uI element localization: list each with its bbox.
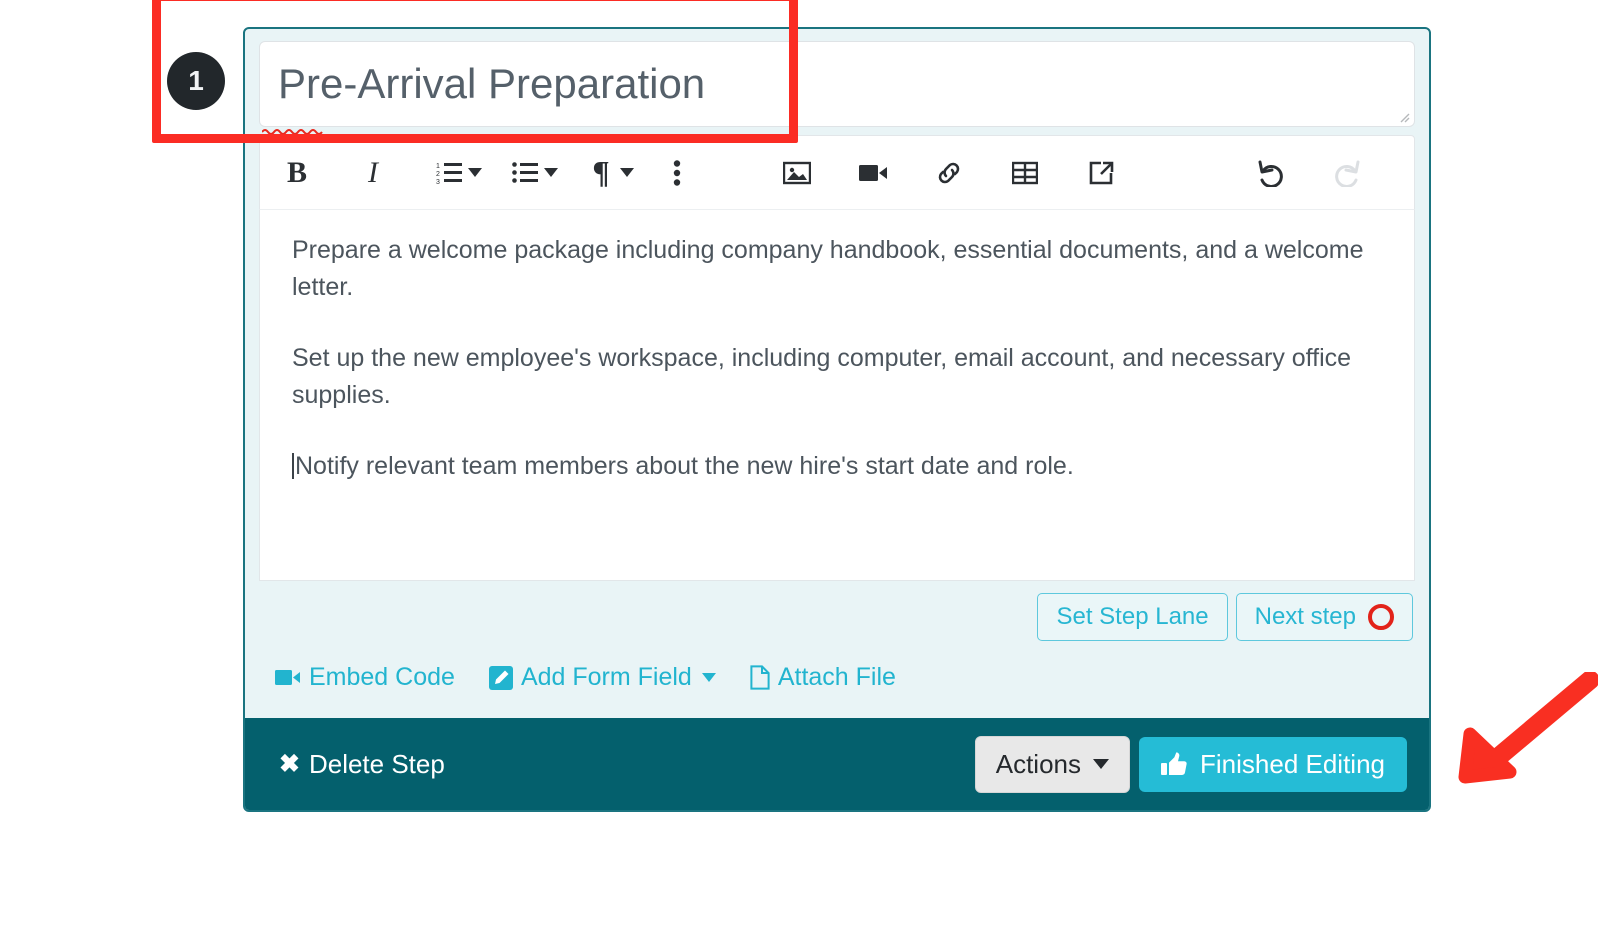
editor-paragraph: Prepare a welcome package including comp…: [292, 236, 1364, 301]
insert-table-icon[interactable]: [1008, 151, 1042, 195]
bold-icon[interactable]: B: [280, 151, 314, 195]
add-form-field-chevron-down-icon[interactable]: [701, 673, 716, 683]
step-number-badge: 1: [167, 52, 225, 110]
step-title-input[interactable]: Pre-Arrival Preparation: [259, 41, 1415, 135]
unordered-list-icon[interactable]: [508, 151, 542, 195]
redo-icon: [1330, 151, 1364, 195]
embed-code-link[interactable]: Embed Code: [275, 663, 455, 692]
next-step-circle-icon: [1368, 604, 1394, 631]
svg-text:2: 2: [436, 171, 440, 178]
insert-link-icon[interactable]: [932, 151, 966, 195]
editor-paragraph-with-caret: Notify relevant team members about the n…: [292, 448, 1382, 485]
svg-text:1: 1: [436, 163, 440, 170]
edit-pencil-icon: [488, 665, 513, 690]
textarea-resize-handle[interactable]: [1398, 111, 1410, 123]
spellcheck-underline-icon: [262, 127, 324, 135]
embed-code-label: Embed Code: [309, 663, 455, 692]
insert-image-icon[interactable]: [780, 151, 814, 195]
next-step-button[interactable]: Next step: [1235, 593, 1413, 642]
rich-text-toolbar: B I 1 2 3 ¶: [259, 135, 1415, 209]
ordered-list-icon[interactable]: 1 2 3: [432, 151, 466, 195]
delete-step-button[interactable]: ✖ Delete Step: [279, 749, 445, 780]
unordered-list-chevron-down-icon[interactable]: [544, 168, 558, 177]
close-icon: ✖: [279, 749, 300, 778]
attach-file-link[interactable]: Attach File: [750, 663, 896, 692]
editor-paragraph-text: Notify relevant team members about the n…: [295, 452, 1074, 480]
paragraph-format-icon[interactable]: ¶: [584, 151, 618, 195]
attach-file-label: Attach File: [777, 663, 896, 692]
step-editor-footer: ✖ Delete Step Actions Finished Editing: [245, 718, 1429, 811]
insert-video-icon[interactable]: [856, 151, 890, 195]
annotation-arrow: [1448, 672, 1598, 792]
actions-dropdown-button[interactable]: Actions: [974, 735, 1130, 793]
step-editor-card: Pre-Arrival Preparation B I 1 2 3 ¶ Prep…: [243, 27, 1431, 813]
undo-icon[interactable]: [1254, 151, 1288, 195]
screenshot-root: Pre-Arrival Preparation B I 1 2 3 ¶ Prep…: [0, 0, 1600, 936]
paragraph-format-chevron-down-icon[interactable]: [620, 168, 634, 177]
add-form-field-label: Add Form Field: [520, 663, 692, 692]
actions-label: Actions: [995, 748, 1081, 779]
ordered-list-chevron-down-icon[interactable]: [468, 168, 482, 177]
finished-editing-label: Finished Editing: [1200, 748, 1385, 779]
delete-step-label: Delete Step: [308, 748, 445, 779]
text-cursor: [292, 453, 294, 479]
step-sub-actions: Set Step Lane Next step: [245, 581, 1429, 645]
italic-icon[interactable]: I: [356, 151, 390, 195]
step-title-text: Pre-Arrival Preparation: [278, 60, 706, 107]
file-icon: [750, 665, 770, 690]
next-step-label: Next step: [1254, 603, 1356, 630]
more-options-icon[interactable]: [660, 151, 694, 195]
editor-paragraph: Set up the new employee's workspace, inc…: [292, 344, 1352, 409]
finished-editing-button[interactable]: Finished Editing: [1139, 736, 1407, 792]
step-title-row: Pre-Arrival Preparation: [245, 29, 1429, 135]
thumbs-up-icon: [1161, 751, 1189, 777]
step-description-editor[interactable]: Prepare a welcome package including comp…: [259, 209, 1415, 581]
add-form-field-link[interactable]: Add Form Field: [488, 663, 716, 692]
svg-text:3: 3: [436, 179, 440, 185]
video-icon: [275, 668, 301, 687]
set-step-lane-label: Set Step Lane: [1056, 603, 1209, 630]
insert-embed-external-link-icon[interactable]: [1084, 151, 1118, 195]
step-attachment-links: Embed Code Add Form Field Attach File: [245, 645, 1429, 718]
set-step-lane-button[interactable]: Set Step Lane: [1037, 593, 1228, 642]
actions-chevron-down-icon: [1093, 759, 1109, 770]
